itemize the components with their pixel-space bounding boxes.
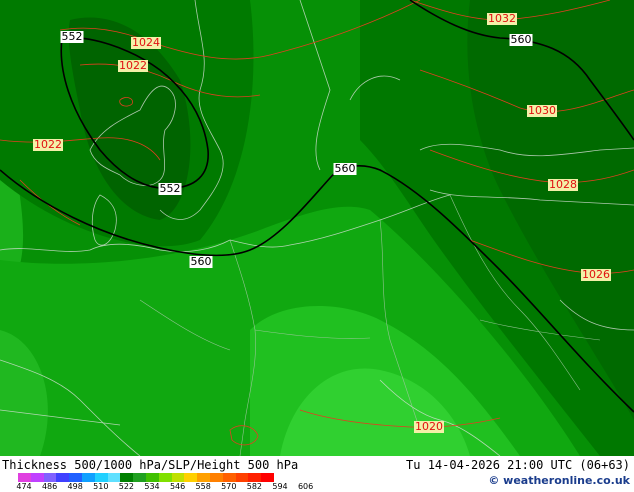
thickness-label-552-center: 552	[158, 182, 182, 195]
legend-swatch	[56, 473, 70, 482]
slp-label-1028: 1028	[548, 178, 578, 191]
legend-swatch	[184, 473, 198, 482]
thickness-label-560-southwest: 560	[189, 255, 213, 268]
thickness-label-560-northeast: 560	[509, 33, 533, 46]
map-title: Thickness 500/1000 hPa/SLP/Height 500 hP…	[2, 458, 299, 472]
slp-label-1030: 1030	[527, 104, 557, 117]
legend-swatch	[107, 473, 121, 482]
legend-swatch	[30, 473, 44, 482]
legend-swatch	[145, 473, 159, 482]
legend-swatch	[81, 473, 95, 482]
legend-swatch	[209, 473, 223, 482]
legend-swatch	[222, 473, 236, 482]
slp-label-1022-west: 1022	[33, 138, 63, 151]
legend-swatch	[261, 473, 274, 482]
thickness-map	[0, 0, 634, 456]
legend-swatch	[133, 473, 146, 482]
slp-label-1032: 1032	[487, 12, 517, 25]
legend-swatch	[18, 473, 31, 482]
legend-swatch	[197, 473, 210, 482]
thickness-label-560-center: 560	[333, 162, 357, 175]
slp-label-1022-north: 1022	[118, 59, 148, 72]
thickness-label-552-north: 552	[60, 30, 84, 43]
slp-label-1024: 1024	[131, 36, 161, 49]
legend-swatch	[94, 473, 108, 482]
valid-datetime: Tu 14-04-2026 21:00 UTC (06+63)	[406, 458, 630, 472]
slp-label-1026: 1026	[581, 268, 611, 281]
color-legend	[18, 473, 274, 482]
legend-swatch	[120, 473, 134, 482]
legend-swatch	[171, 473, 185, 482]
slp-label-1020: 1020	[414, 420, 444, 433]
legend-swatch	[158, 473, 172, 482]
legend-swatch	[235, 473, 249, 482]
legend-swatch	[248, 473, 262, 482]
legend-swatch	[43, 473, 57, 482]
credit-link[interactable]: © weatheronline.co.uk	[488, 474, 630, 487]
map-footer: Thickness 500/1000 hPa/SLP/Height 500 hP…	[0, 456, 634, 491]
legend-swatch	[69, 473, 82, 482]
